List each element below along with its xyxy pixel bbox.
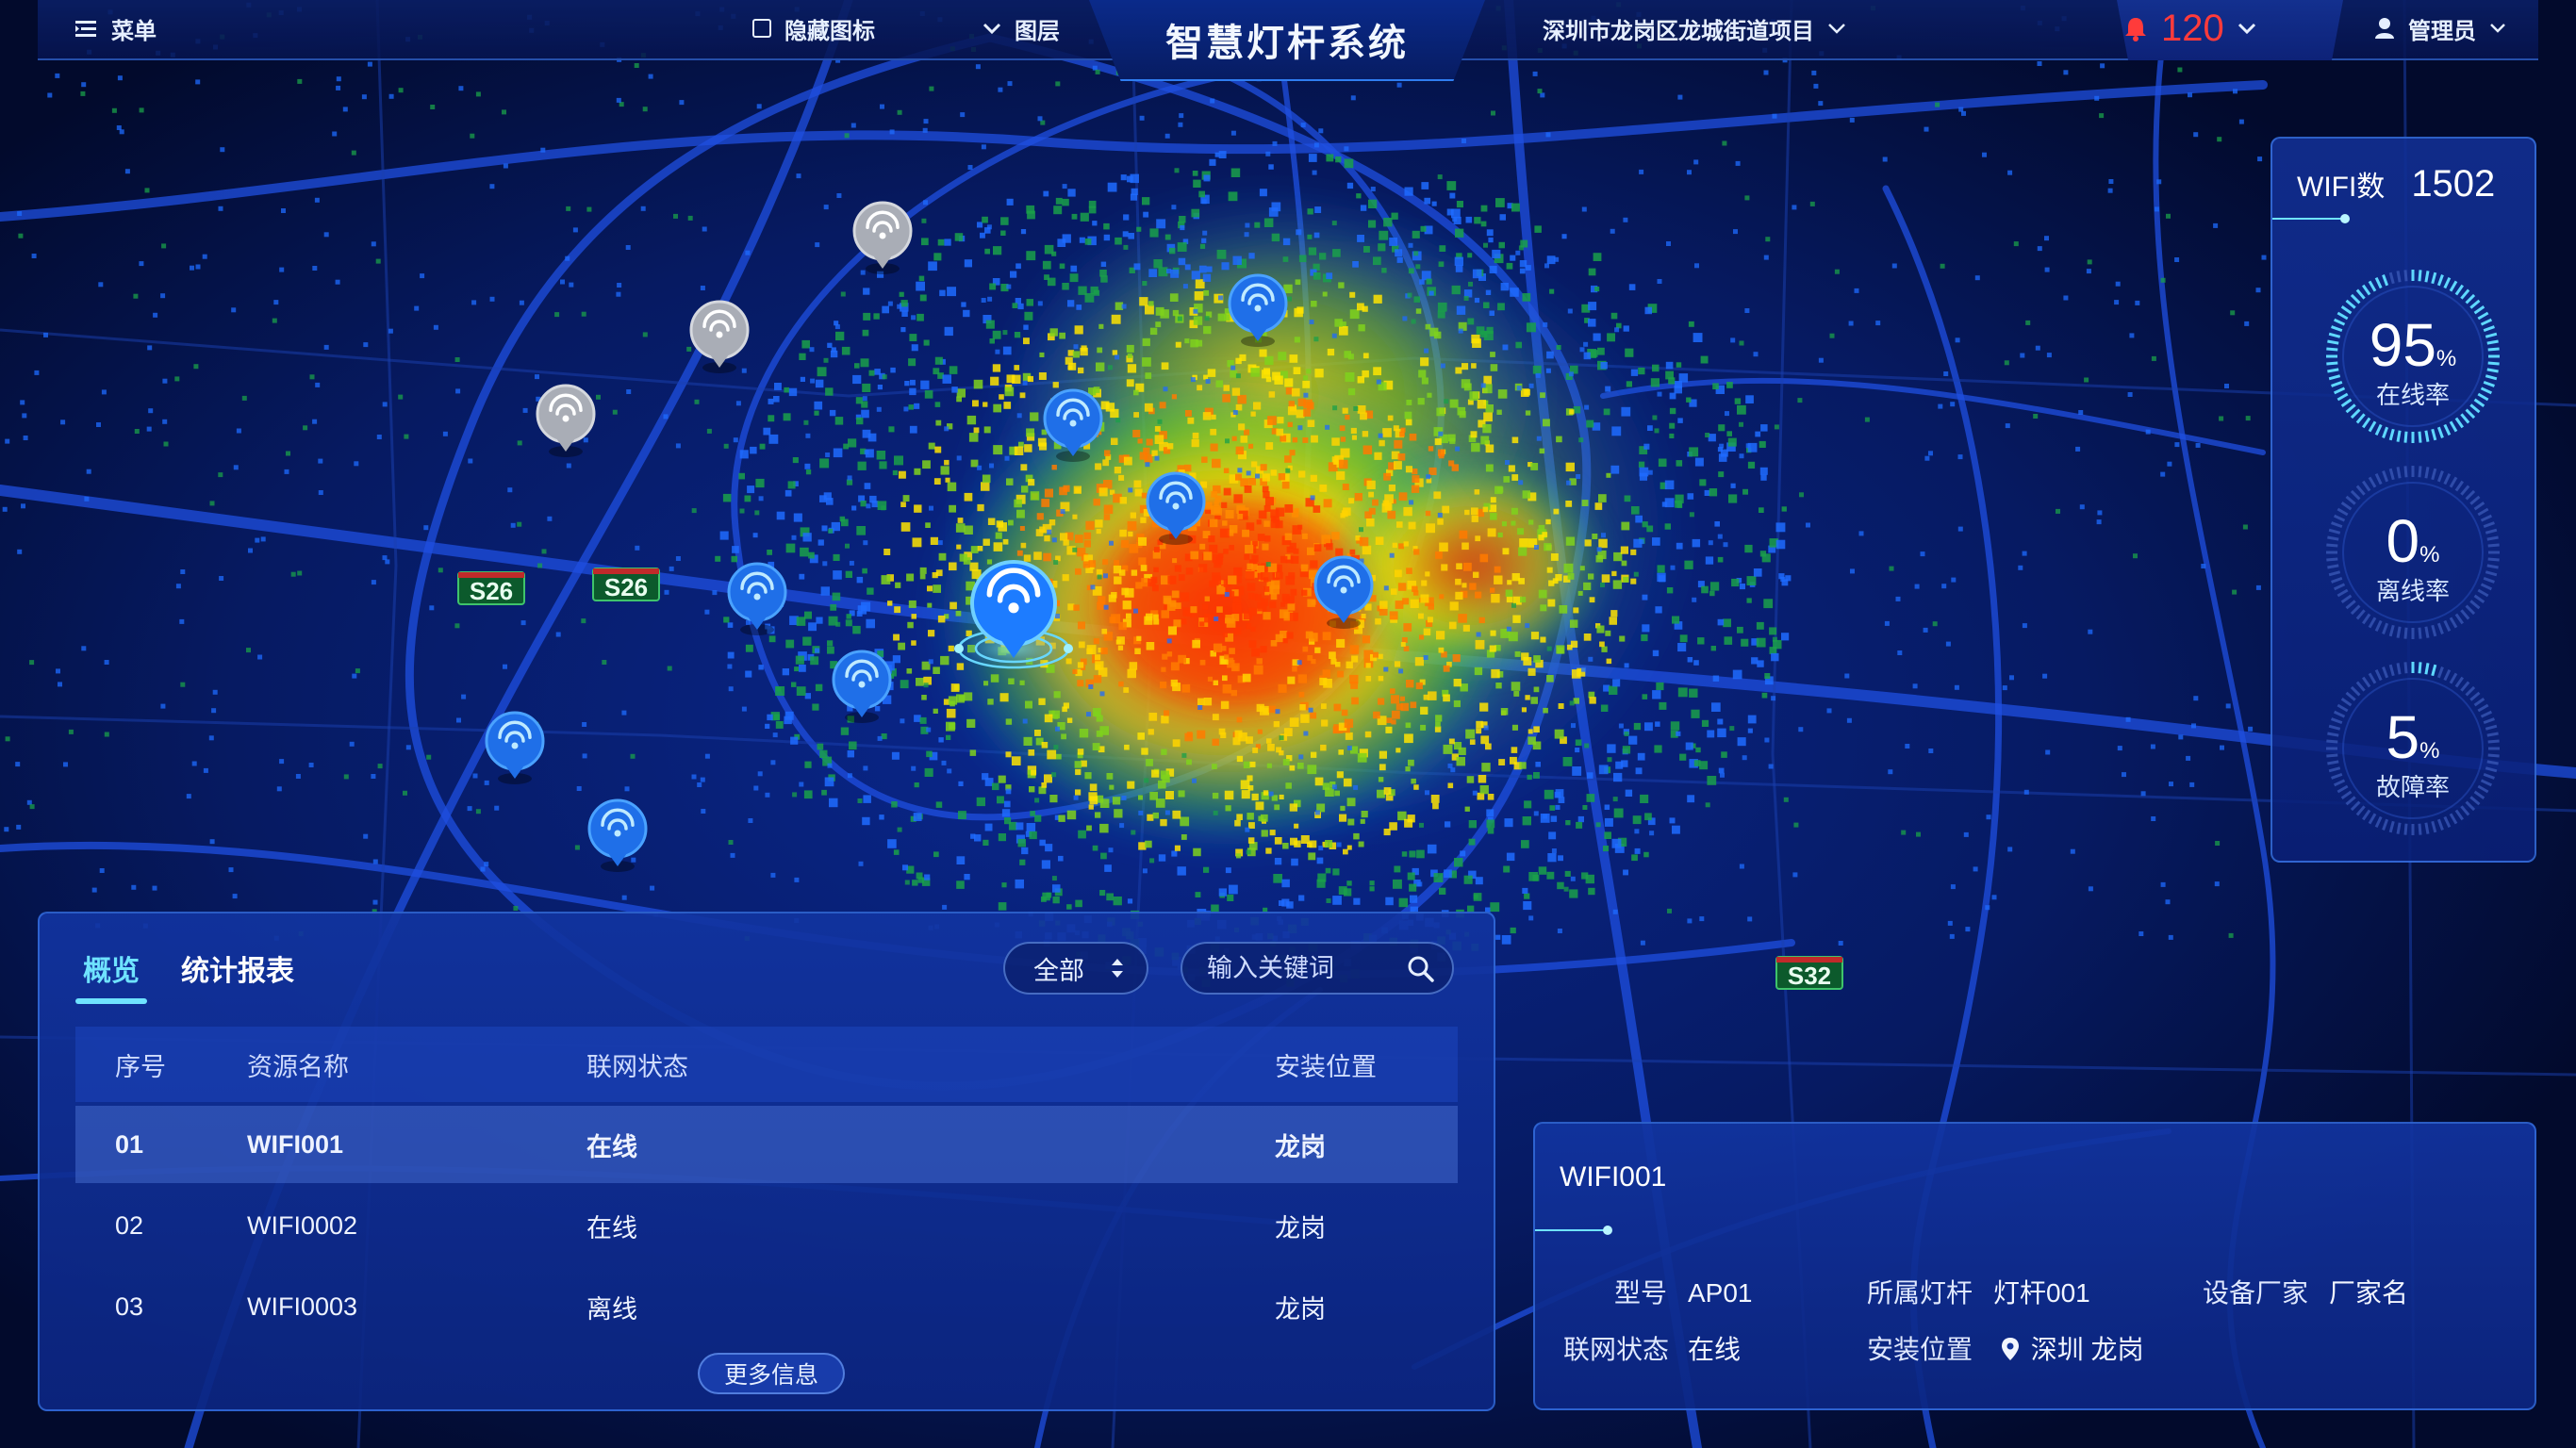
wifi-count-header: WIFI数 1502	[2297, 163, 2495, 206]
fault-rate-value: 5	[2386, 703, 2420, 771]
fault-rate-unit: %	[2419, 738, 2440, 764]
column-header: 安装位置	[1275, 1052, 1377, 1081]
detail-location-text: 深圳 龙岗	[2030, 1335, 2144, 1364]
svg-text:S26: S26	[470, 577, 513, 605]
detail-model-value: AP01	[1688, 1278, 1753, 1308]
menu-icon	[75, 21, 96, 37]
detail-vendor: 设备厂家 厂家名	[2203, 1273, 2408, 1310]
row-network-status: 在线	[586, 1132, 637, 1161]
column-header: 资源名称	[247, 1052, 349, 1081]
row-network-status: 离线	[586, 1294, 637, 1324]
row-location: 龙岗	[1275, 1294, 1326, 1324]
detail-model: 型号 AP01	[1573, 1273, 1753, 1310]
user-menu[interactable]: 管理员	[2374, 0, 2506, 57]
alarm-button[interactable]: 120	[2123, 0, 2256, 57]
column-header: 序号	[115, 1052, 166, 1081]
detail-title: WIFI001	[1560, 1161, 1667, 1193]
layers-label: 图层	[1015, 18, 1060, 44]
sort-arrows-icon	[1112, 959, 1123, 978]
hide-icons-label: 隐藏图标	[784, 18, 875, 44]
project-selector[interactable]: 深圳市龙岗区龙城街道项目	[1543, 0, 1846, 57]
detail-model-label: 型号	[1613, 1278, 1667, 1308]
online-rate-label: 在线率	[2375, 381, 2450, 409]
table-row[interactable]: 02 WIFI0002 在线 龙岗	[75, 1187, 1458, 1264]
chevron-down-icon	[2490, 24, 2505, 33]
user-icon	[2375, 18, 2394, 39]
detail-status: 联网状态 在线	[1563, 1329, 1741, 1367]
menu-label: 菜单	[111, 18, 157, 44]
wifi-count-value: 1502	[2411, 163, 2496, 205]
online-rate-value: 95	[2369, 311, 2436, 379]
project-label: 深圳市龙岗区龙城街道项目	[1543, 18, 1814, 44]
app-title-plate: 智慧灯杆系统	[1089, 0, 1485, 81]
checkbox-icon[interactable]	[752, 19, 771, 38]
wifi-count-label: WIFI数	[2297, 172, 2386, 203]
search-icon[interactable]	[1407, 955, 1435, 983]
road-label-s26-a: S26	[457, 571, 525, 605]
app-title: 智慧灯杆系统	[1165, 22, 1409, 65]
wifi-detail-panel: WIFI001 型号 AP01 所属灯杆 灯杆001 设备厂家 厂家名 联网状态 在线 …	[1533, 1122, 2536, 1410]
search-input[interactable]	[1207, 953, 1405, 983]
row-network-status: 在线	[586, 1213, 637, 1242]
detail-vendor-value: 厂家名	[2329, 1278, 2409, 1308]
detail-location-value: 深圳 龙岗	[2001, 1335, 2144, 1364]
online-rate-gauge: 95% 在线率	[2325, 269, 2501, 444]
detail-vendor-label: 设备厂家	[2203, 1278, 2309, 1308]
road-label-s32: S32	[1775, 956, 1843, 990]
header-underline-dot	[2340, 214, 2350, 223]
row-index: 01	[115, 1129, 144, 1159]
offline-rate-value: 0	[2386, 507, 2420, 575]
chevron-down-icon	[983, 23, 1001, 35]
detail-location-label: 安装位置	[1867, 1335, 1973, 1364]
table-header: 序号 资源名称 联网状态 安装位置	[75, 1027, 1458, 1102]
menu-button[interactable]: 菜单	[74, 0, 157, 57]
fault-rate-label: 故障率	[2375, 773, 2450, 801]
fault-rate-gauge: 5% 故障率	[2325, 661, 2501, 836]
road-label-s26-b: S26	[592, 568, 660, 601]
offline-rate-unit: %	[2419, 542, 2440, 568]
row-location: 龙岗	[1275, 1213, 1326, 1242]
chevron-down-icon	[2237, 23, 2255, 35]
row-index: 03	[115, 1292, 144, 1321]
chevron-down-icon	[1828, 24, 1845, 34]
status-filter-select[interactable]: 全部	[1003, 942, 1148, 995]
row-resource-name: WIFI0003	[247, 1292, 358, 1321]
location-pin-icon	[2001, 1338, 2019, 1360]
column-header: 联网状态	[586, 1052, 688, 1081]
bell-icon	[2125, 18, 2146, 41]
active-tab-indicator	[75, 998, 147, 1004]
detail-status-label: 联网状态	[1563, 1335, 1670, 1364]
alarm-count: 120	[2161, 7, 2224, 49]
status-filter-value: 全部	[1033, 956, 1084, 985]
row-index: 02	[115, 1210, 144, 1240]
online-rate-unit: %	[2436, 346, 2457, 371]
offline-rate-gauge: 0% 离线率	[2325, 465, 2501, 640]
wifi-list-panel: 概览 统计报表 全部 序号 资源名称 联网状态 安装位置 01 WIFI001 …	[38, 912, 1495, 1411]
svg-text:S26: S26	[604, 573, 648, 601]
svg-text:S32: S32	[1788, 962, 1831, 990]
search-box	[1181, 942, 1454, 995]
detail-title-underline	[1535, 1229, 1607, 1231]
tab-overview[interactable]: 概览	[83, 947, 140, 989]
detail-title-underline-dot	[1603, 1226, 1612, 1235]
table-row[interactable]: 03 WIFI0003 离线 龙岗	[75, 1268, 1458, 1345]
detail-pole-value: 灯杆001	[1993, 1278, 2090, 1308]
wifi-stats-panel: WIFI数 1502 95% 在线率 0% 离线率 5% 故障率	[2271, 137, 2536, 863]
detail-status-value: 在线	[1688, 1335, 1742, 1364]
more-info-button[interactable]: 更多信息	[698, 1353, 845, 1394]
detail-location: 安装位置 深圳 龙岗	[1867, 1329, 2144, 1367]
table-row[interactable]: 01 WIFI001 在线 龙岗	[75, 1106, 1458, 1183]
hide-icons-toggle[interactable]: 隐藏图标	[752, 0, 875, 57]
tab-statistics-report[interactable]: 统计报表	[181, 947, 294, 989]
user-name: 管理员	[2408, 18, 2476, 44]
detail-pole-label: 所属灯杆	[1867, 1278, 1973, 1308]
header-underline	[2272, 218, 2344, 220]
row-resource-name: WIFI0002	[247, 1210, 358, 1240]
row-resource-name: WIFI001	[247, 1129, 344, 1159]
offline-rate-label: 离线率	[2375, 577, 2450, 605]
row-location: 龙岗	[1275, 1132, 1326, 1161]
layers-dropdown[interactable]: 图层	[983, 0, 1060, 57]
detail-pole: 所属灯杆 灯杆001	[1867, 1273, 2090, 1310]
